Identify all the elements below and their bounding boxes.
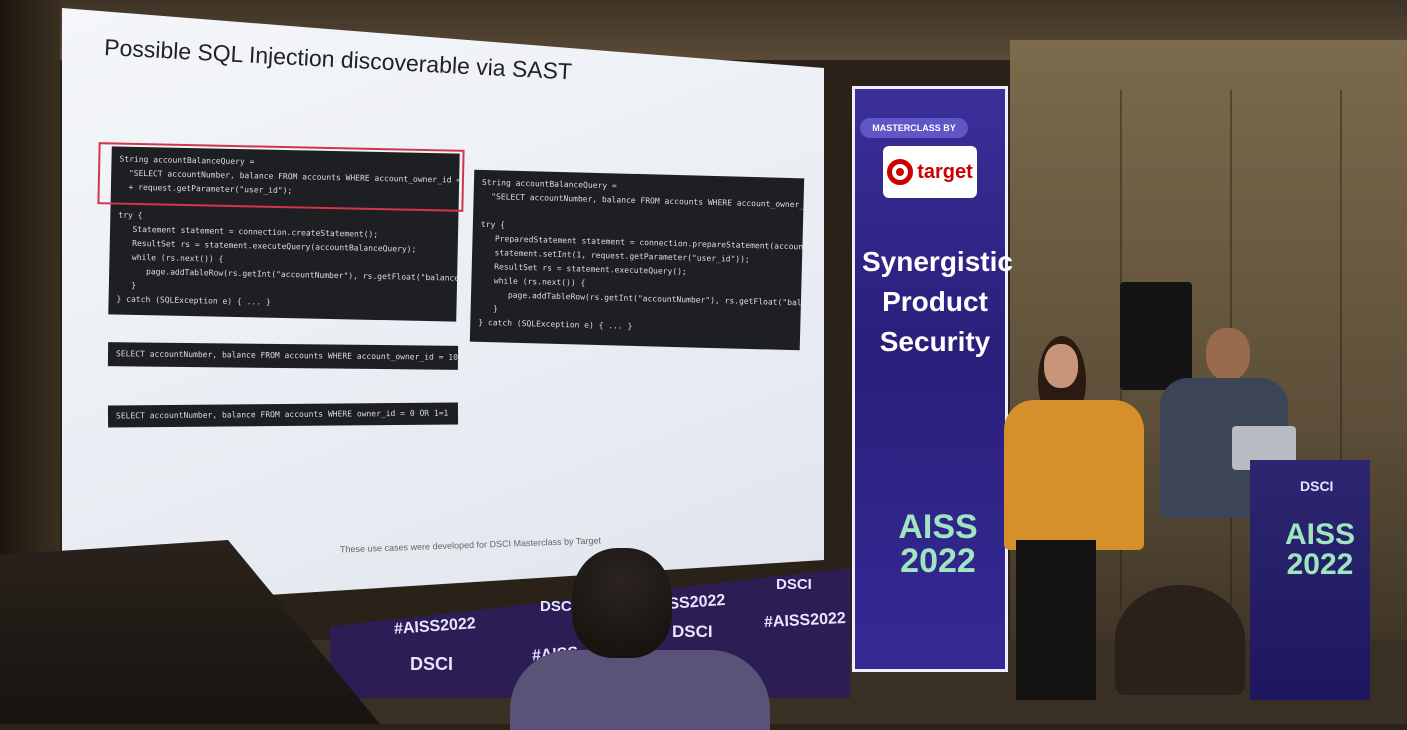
standee-line-3: Security	[879, 326, 991, 357]
banner-dsci-logo: DSCI	[410, 654, 454, 674]
normal-query-block: SELECT accountNumber, balance FROM accou…	[107, 342, 459, 370]
audience-member-head	[572, 548, 672, 658]
aiss-logo-line-2: 2022	[900, 542, 976, 580]
standee-line-1: Synergistic	[862, 246, 1013, 277]
podium-aiss-logo: AISS 2022	[1280, 520, 1360, 580]
aiss-logo: AISS 2022	[890, 510, 986, 600]
podium-aiss-line-2: 2022	[1286, 548, 1354, 581]
aiss-logo-line-1: AISS	[898, 508, 978, 546]
podium-dsci-logo: DSCI	[1300, 478, 1334, 494]
audience-member-shoulders	[510, 650, 770, 730]
presenter-trousers	[1016, 540, 1096, 700]
bullseye-icon	[887, 159, 914, 185]
co-presenter-face	[1206, 328, 1250, 380]
standee-line-2: Product	[882, 286, 988, 317]
presenter-face	[1044, 344, 1078, 388]
code-highlight-box	[97, 142, 465, 212]
banner-dsci-logo: DSCI	[776, 576, 812, 593]
injected-query-block: SELECT accountNumber, balance FROM accou…	[107, 402, 459, 428]
brand-name: target	[917, 160, 973, 183]
presenter-jacket	[1004, 400, 1144, 550]
side-table	[1115, 585, 1245, 695]
safe-code-block: String accountBalanceQuery = "SELECT acc…	[469, 169, 805, 351]
pa-speaker	[1120, 282, 1192, 390]
left-wall	[0, 0, 60, 560]
masterclass-badge: MASTERCLASS BY	[860, 118, 968, 138]
banner-dsci-logo: DSCI	[672, 622, 713, 641]
target-logo: target	[883, 146, 977, 198]
podium-aiss-line-1: AISS	[1284, 518, 1356, 551]
banner-dsci-logo: DSCI	[540, 598, 576, 615]
